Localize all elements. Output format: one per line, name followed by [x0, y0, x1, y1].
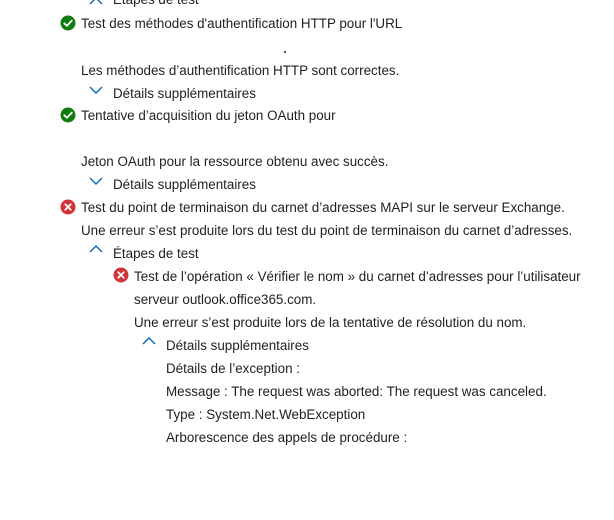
- test-result-mapi-ab: Une erreur s’est produite lors du test d…: [81, 223, 573, 238]
- chevron-down-icon[interactable]: [88, 176, 104, 186]
- substep-title-line2: serveur outlook.office365.com.: [134, 292, 317, 307]
- test-result-oauth: Jeton OAuth pour la ressource obtenu ave…: [81, 154, 389, 169]
- substep-title: Test de l’opération « Vérifier le nom » …: [134, 269, 581, 284]
- substep-result: Une erreur s’est produite lors de la ten…: [134, 315, 527, 330]
- exception-label: Détails de l’exception :: [166, 361, 300, 376]
- details-toggle-http-auth[interactable]: Détails supplémentaires: [113, 85, 256, 102]
- steps-toggle-mapi-ab[interactable]: Étapes de test: [113, 245, 199, 262]
- separator-dot: [284, 51, 286, 53]
- stack-trace-label: Arborescence des appels de procédure :: [166, 430, 408, 445]
- exception-type: Type : System.Net.WebException: [166, 407, 366, 422]
- error-icon: [60, 199, 76, 215]
- success-icon: [60, 107, 76, 123]
- details-toggle-substep[interactable]: Détails supplémentaires: [166, 337, 309, 354]
- test-title-http-auth: Test des méthodes d'authentification HTT…: [81, 16, 403, 31]
- test-result-http-auth: Les méthodes d’authentification HTTP son…: [81, 63, 400, 78]
- test-title-mapi-ab: Test du point de terminaison du carnet d…: [81, 200, 565, 215]
- steps-label-top[interactable]: Étapes de test: [113, 0, 199, 8]
- chevron-up-icon[interactable]: [88, 244, 104, 254]
- test-title-oauth: Tentative d’acquisition du jeton OAuth p…: [81, 108, 336, 123]
- details-toggle-oauth[interactable]: Détails supplémentaires: [113, 176, 256, 193]
- chevron-up-icon[interactable]: [141, 336, 157, 346]
- chevron-up-icon[interactable]: [88, 0, 104, 6]
- chevron-down-icon[interactable]: [88, 85, 104, 95]
- error-icon: [113, 267, 129, 283]
- exception-message: Message : The request was aborted: The r…: [166, 384, 547, 399]
- success-icon: [60, 15, 76, 31]
